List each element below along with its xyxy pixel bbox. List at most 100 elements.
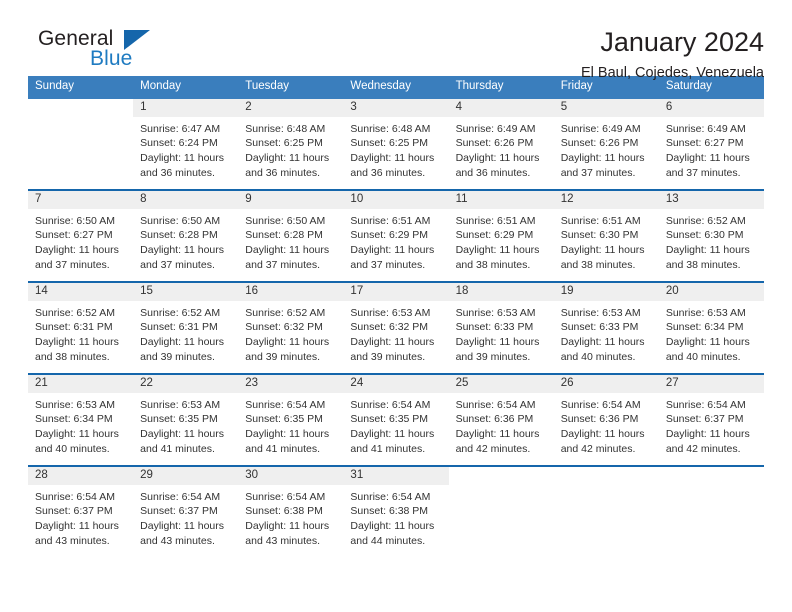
- daylight-text-line1: Daylight: 11 hours: [245, 244, 330, 257]
- calendar-cell: 17 Sunrise: 6:53 AM Sunset: 6:32 PM Dayligh…: [343, 280, 449, 374]
- day-cell-4[interactable]: 4 Sunrise: 6:49 AM Sunset: 6:26 PM Daylight…: [448, 98, 554, 189]
- weekday-header-wednesday: Wednesday: [343, 76, 449, 99]
- daylight-text-line1: Daylight: 11 hours: [665, 336, 750, 349]
- day-cell-19[interactable]: 19 Sunrise: 6:53 AM Sunset: 6:33 PM Dayligh…: [553, 282, 659, 373]
- sunset-text: Sunset: 6:36 PM: [455, 413, 534, 426]
- sunrise-text: Sunrise: 6:53 AM: [560, 306, 641, 319]
- day-cell-23[interactable]: 23 Sunrise: 6:54 AM Sunset: 6:35 PM Dayligh…: [238, 374, 344, 465]
- day-details: Sunrise: 6:54 AM Sunset: 6:36 PM Daylight:…: [449, 393, 554, 458]
- day-details: Sunrise: 6:52 AM Sunset: 6:32 PM Daylight:…: [238, 301, 343, 366]
- daylight-text-line1: Daylight: 11 hours: [455, 152, 540, 165]
- day-cell-21[interactable]: 21 Sunrise: 6:53 AM Sunset: 6:34 PM Dayligh…: [28, 374, 134, 465]
- day-number: 9: [238, 190, 344, 209]
- day-cell-3[interactable]: 3 Sunrise: 6:48 AM Sunset: 6:25 PM Daylight…: [343, 98, 449, 189]
- daylight-text-line1: Daylight: 11 hours: [245, 152, 330, 165]
- day-cell-31[interactable]: 31 Sunrise: 6:54 AM Sunset: 6:38 PM Dayligh…: [343, 466, 449, 557]
- day-details: Sunrise: 6:53 AM Sunset: 6:32 PM Daylight:…: [343, 301, 448, 366]
- day-details: Sunrise: 6:54 AM Sunset: 6:37 PM Daylight:…: [133, 485, 238, 550]
- day-cell-7[interactable]: 7 Sunrise: 6:50 AM Sunset: 6:27 PM Daylight…: [28, 190, 134, 281]
- calendar-cell: 18 Sunrise: 6:53 AM Sunset: 6:33 PM Dayligh…: [448, 280, 554, 374]
- day-cell-empty: [554, 467, 659, 557]
- sunset-text: Sunset: 6:27 PM: [665, 137, 744, 150]
- day-cell-27[interactable]: 27 Sunrise: 6:54 AM Sunset: 6:37 PM Dayligh…: [658, 374, 764, 465]
- day-details: Sunrise: 6:53 AM Sunset: 6:35 PM Daylight:…: [133, 393, 238, 458]
- daylight-text-line2: and 36 minutes.: [245, 167, 320, 180]
- day-cell-16[interactable]: 16 Sunrise: 6:52 AM Sunset: 6:32 PM Dayligh…: [238, 282, 344, 373]
- day-cell-13[interactable]: 13 Sunrise: 6:52 AM Sunset: 6:30 PM Dayligh…: [658, 190, 764, 281]
- daylight-text-line1: Daylight: 11 hours: [350, 336, 435, 349]
- calendar-cell: 12 Sunrise: 6:51 AM Sunset: 6:30 PM Dayligh…: [553, 188, 659, 282]
- day-cell-1[interactable]: 1 Sunrise: 6:47 AM Sunset: 6:24 PM Daylight…: [133, 98, 239, 189]
- day-cell-5[interactable]: 5 Sunrise: 6:49 AM Sunset: 6:26 PM Daylight…: [553, 98, 659, 189]
- daylight-text-line2: and 44 minutes.: [350, 535, 426, 548]
- sunset-text: Sunset: 6:30 PM: [665, 229, 744, 242]
- day-cell-20[interactable]: 20 Sunrise: 6:53 AM Sunset: 6:34 PM Dayligh…: [658, 282, 764, 373]
- sunrise-text: Sunrise: 6:48 AM: [245, 122, 326, 135]
- day-details: Sunrise: 6:49 AM Sunset: 6:26 PM Daylight:…: [449, 117, 554, 182]
- sunset-text: Sunset: 6:38 PM: [245, 505, 323, 518]
- daylight-text-line2: and 43 minutes.: [245, 535, 320, 548]
- day-cell-24[interactable]: 24 Sunrise: 6:54 AM Sunset: 6:35 PM Dayligh…: [343, 374, 449, 465]
- calendar-cell: 16 Sunrise: 6:52 AM Sunset: 6:32 PM Dayligh…: [238, 280, 344, 374]
- day-cell-22[interactable]: 22 Sunrise: 6:53 AM Sunset: 6:35 PM Dayligh…: [133, 374, 239, 465]
- day-cell-14[interactable]: 14 Sunrise: 6:52 AM Sunset: 6:31 PM Dayligh…: [28, 282, 134, 373]
- day-cell-9[interactable]: 9 Sunrise: 6:50 AM Sunset: 6:28 PM Daylight…: [238, 190, 344, 281]
- sunset-text: Sunset: 6:34 PM: [665, 321, 744, 334]
- day-cell-12[interactable]: 12 Sunrise: 6:51 AM Sunset: 6:30 PM Dayligh…: [553, 190, 659, 281]
- daylight-text-line2: and 38 minutes.: [665, 259, 741, 272]
- daylight-text-line2: and 36 minutes.: [140, 167, 215, 180]
- general-blue-logo[interactable]: General Blue: [28, 26, 158, 78]
- day-cell-6[interactable]: 6 Sunrise: 6:49 AM Sunset: 6:27 PM Daylight…: [658, 98, 764, 189]
- sunrise-text: Sunrise: 6:51 AM: [455, 214, 536, 227]
- calendar-cell: 21 Sunrise: 6:53 AM Sunset: 6:34 PM Dayligh…: [28, 372, 134, 466]
- sunrise-text: Sunrise: 6:54 AM: [350, 398, 431, 411]
- sunrise-text: Sunrise: 6:54 AM: [35, 490, 115, 503]
- page-banner: General Blue January 2024 El Baul, Cojed…: [28, 0, 764, 81]
- day-number: 21: [28, 374, 134, 393]
- sunrise-text: Sunrise: 6:53 AM: [140, 398, 221, 411]
- day-details: Sunrise: 6:54 AM Sunset: 6:37 PM Daylight:…: [659, 393, 764, 458]
- day-number: 23: [238, 374, 344, 393]
- day-number: 26: [553, 374, 659, 393]
- day-cell-25[interactable]: 25 Sunrise: 6:54 AM Sunset: 6:36 PM Dayligh…: [448, 374, 554, 465]
- daylight-text-line1: Daylight: 11 hours: [245, 336, 330, 349]
- day-number: 16: [238, 282, 344, 301]
- day-cell-18[interactable]: 18 Sunrise: 6:53 AM Sunset: 6:33 PM Dayligh…: [448, 282, 554, 373]
- day-cell-30[interactable]: 30 Sunrise: 6:54 AM Sunset: 6:38 PM Dayligh…: [238, 466, 344, 557]
- sunrise-text: Sunrise: 6:53 AM: [455, 306, 536, 319]
- day-cell-28[interactable]: 28 Sunrise: 6:54 AM Sunset: 6:37 PM Dayligh…: [28, 466, 134, 557]
- sunrise-text: Sunrise: 6:54 AM: [455, 398, 536, 411]
- day-cell-11[interactable]: 11 Sunrise: 6:51 AM Sunset: 6:29 PM Dayligh…: [448, 190, 554, 281]
- sunrise-text: Sunrise: 6:49 AM: [455, 122, 536, 135]
- day-cell-10[interactable]: 10 Sunrise: 6:51 AM Sunset: 6:29 PM Dayligh…: [343, 190, 449, 281]
- daylight-text-line2: and 41 minutes.: [245, 443, 320, 456]
- sunrise-text: Sunrise: 6:52 AM: [140, 306, 221, 319]
- day-cell-26[interactable]: 26 Sunrise: 6:54 AM Sunset: 6:36 PM Dayligh…: [553, 374, 659, 465]
- day-cell-8[interactable]: 8 Sunrise: 6:50 AM Sunset: 6:28 PM Daylight…: [133, 190, 239, 281]
- calendar-cell: 26 Sunrise: 6:54 AM Sunset: 6:36 PM Dayligh…: [553, 372, 659, 466]
- day-number: 31: [343, 466, 449, 485]
- day-cell-15[interactable]: 15 Sunrise: 6:52 AM Sunset: 6:31 PM Dayligh…: [133, 282, 239, 373]
- calendar-cell: 20 Sunrise: 6:53 AM Sunset: 6:34 PM Dayligh…: [658, 280, 764, 374]
- day-number: 2: [238, 98, 344, 117]
- daylight-text-line1: Daylight: 11 hours: [665, 244, 750, 257]
- sunrise-text: Sunrise: 6:52 AM: [35, 306, 115, 319]
- sunrise-text: Sunrise: 6:51 AM: [560, 214, 641, 227]
- sunset-text: Sunset: 6:35 PM: [350, 413, 429, 426]
- daylight-text-line1: Daylight: 11 hours: [560, 336, 645, 349]
- day-cell-29[interactable]: 29 Sunrise: 6:54 AM Sunset: 6:37 PM Dayligh…: [133, 466, 239, 557]
- daylight-text-line1: Daylight: 11 hours: [560, 244, 645, 257]
- day-details: Sunrise: 6:54 AM Sunset: 6:38 PM Daylight:…: [238, 485, 343, 550]
- daylight-text-line2: and 37 minutes.: [350, 259, 426, 272]
- daylight-text-line2: and 42 minutes.: [665, 443, 741, 456]
- day-details: Sunrise: 6:52 AM Sunset: 6:31 PM Daylight:…: [133, 301, 238, 366]
- day-details: Sunrise: 6:48 AM Sunset: 6:25 PM Daylight:…: [238, 117, 343, 182]
- day-cell-2[interactable]: 2 Sunrise: 6:48 AM Sunset: 6:25 PM Daylight…: [238, 98, 344, 189]
- sunrise-text: Sunrise: 6:53 AM: [350, 306, 431, 319]
- sunrise-text: Sunrise: 6:53 AM: [35, 398, 115, 411]
- day-number: 14: [28, 282, 134, 301]
- day-number: 5: [553, 98, 659, 117]
- day-cell-17[interactable]: 17 Sunrise: 6:53 AM Sunset: 6:32 PM Dayligh…: [343, 282, 449, 373]
- calendar-cell: 22 Sunrise: 6:53 AM Sunset: 6:35 PM Dayligh…: [133, 372, 239, 466]
- day-cell-empty: [449, 467, 554, 557]
